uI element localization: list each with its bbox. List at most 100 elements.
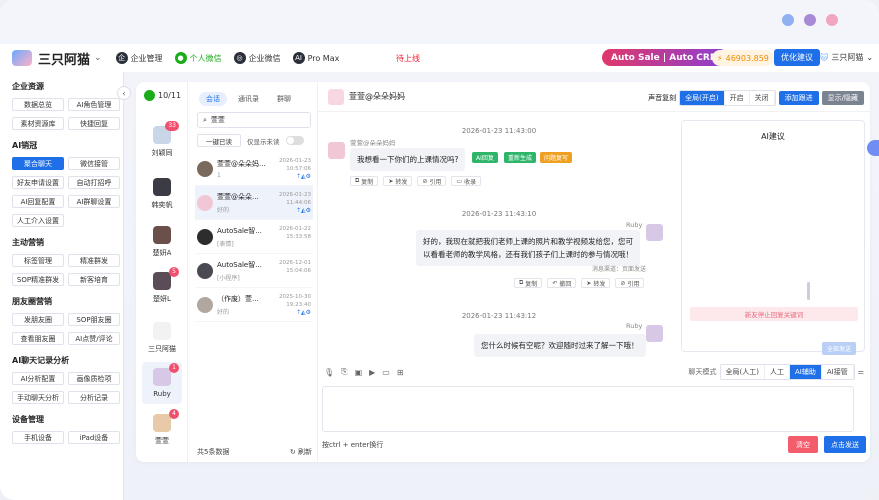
grid-icon[interactable]: ⊞	[397, 368, 404, 377]
conversation-item[interactable]: AutoSale智... [表情] 2026-01-22 15:33:58	[195, 220, 313, 254]
chevron-down-icon[interactable]: ⌄	[94, 53, 102, 63]
quote-button[interactable]: ⊘ 引用	[615, 278, 645, 288]
clear-button[interactable]: 清空	[788, 436, 818, 453]
chat-mode-ai-takeover[interactable]: AI接管	[821, 365, 854, 379]
sidebar-item-manual-analysis[interactable]: 手动聊天分析	[12, 391, 64, 404]
sidebar-item-ai-reply[interactable]: AI回复配置	[12, 195, 64, 208]
nav-personal-wechat[interactable]: ● 个人微信	[174, 52, 222, 64]
avatar	[646, 325, 663, 342]
voice-mode-global[interactable]: 全局(开启)	[680, 91, 725, 105]
chat-mode-global[interactable]: 全局(人工)	[720, 365, 765, 379]
copy-button[interactable]: ⧉ 复制	[514, 278, 543, 288]
sidebar-item-ipad-devices[interactable]: iPad设备	[68, 431, 120, 444]
side-float-button[interactable]	[867, 140, 879, 156]
sidebar-item-auto-greet[interactable]: 自动打招呼	[68, 176, 120, 189]
account-item[interactable]: 5 楚妍L	[142, 267, 182, 308]
nav-pro-max[interactable]: AI Pro Max	[292, 52, 339, 64]
chat-title: 萱萱@朵朵妈妈	[349, 92, 405, 101]
collect-button[interactable]: ▭ 收录	[451, 176, 482, 186]
settings-sliders-icon[interactable]: ⚌	[858, 368, 864, 376]
folder-icon[interactable]: ▭	[382, 368, 390, 377]
sidebar-item-view-moments[interactable]: 查看朋友圈	[12, 332, 64, 345]
message-input[interactable]	[322, 386, 854, 432]
account-item[interactable]: 韩奕帆	[142, 178, 182, 214]
account-item[interactable]: 楚妍A	[142, 226, 182, 262]
refresh-button[interactable]: ↻ 刷新	[290, 447, 312, 457]
sidebar-item-quick-reply[interactable]: 快捷回复	[68, 117, 120, 130]
unread-only-toggle[interactable]	[285, 136, 304, 145]
account-name: 萱萱	[155, 437, 169, 445]
sidebar-item-post-moments[interactable]: 发朋友圈	[12, 313, 64, 326]
crm-banner[interactable]: Auto Sale | Auto CRM	[602, 49, 728, 66]
microphone-icon[interactable]: 🎙︎	[324, 368, 334, 377]
attachment-icon[interactable]: ⎘	[341, 367, 347, 377]
sidebar-item-phone-devices[interactable]: 手机设备	[12, 431, 64, 444]
user-menu[interactable]: 🐱 三只阿猫 ⌄	[820, 52, 873, 63]
sidebar-item-data-overview[interactable]: 数据总览	[12, 98, 64, 111]
action-label: 转发	[395, 178, 408, 186]
show-hide-button[interactable]: 显示/隐藏	[821, 91, 864, 105]
send-button[interactable]: 点击发送	[824, 436, 866, 453]
window-dot-purple[interactable]	[804, 14, 816, 26]
sidebar-item-bulk-send[interactable]: 精准群发	[68, 254, 120, 267]
ai-reply-tag[interactable]: AI回复	[472, 152, 498, 163]
chat-mode-manual[interactable]: 人工	[765, 365, 790, 379]
image-icon[interactable]: ▣	[355, 368, 363, 377]
search-input[interactable]: ⌕ 萱萱	[197, 112, 311, 128]
nav-label: 企业微信	[248, 53, 281, 63]
sidebar-item-ai-group[interactable]: AI群聊设置	[68, 195, 120, 208]
forward-button[interactable]: ➤ 转发	[383, 176, 413, 186]
sidebar-item-ai-like[interactable]: AI点赞/评论	[68, 332, 120, 345]
chat-mode-ai-assist[interactable]: AI辅助	[790, 365, 822, 379]
conversation-meta: 2026-01-22 15:33:58	[279, 225, 311, 241]
sidebar-item-ai-analysis-config[interactable]: AI分析配置	[12, 372, 64, 385]
account-item[interactable]: 33 刘颖同	[142, 121, 182, 162]
voice-mode-off[interactable]: 关闭	[749, 91, 775, 105]
forward-button[interactable]: ➤ 转发	[581, 278, 611, 288]
tab-groups[interactable]: 群聊	[270, 92, 298, 106]
app-logo[interactable]: 三只阿猫 ⌄	[12, 49, 102, 68]
go-live-link[interactable]: 待上线	[396, 53, 420, 64]
window-dot-pink[interactable]	[826, 14, 838, 26]
regenerate-button[interactable]: 重新生成	[504, 152, 537, 163]
sidebar-item-aggregate-chat[interactable]: 聚合聊天	[12, 157, 64, 170]
sidebar-item-analysis-records[interactable]: 分析记录	[68, 391, 120, 404]
account-item[interactable]: 4 萱萱	[142, 409, 182, 450]
nav-enterprise[interactable]: 企 企业管理	[115, 52, 163, 64]
tab-sessions[interactable]: 会话	[199, 92, 227, 106]
account-item[interactable]: 三只阿猫	[142, 322, 182, 358]
conversation-item[interactable]: （作废）萱... 好的 2025-10-30 19:23:40 ⇡◭⚙	[195, 288, 313, 322]
conversation-item-selected[interactable]: 萱萱@朵朵... 好的 2026-01-23 11:44:06 ⇡◭⚙	[195, 186, 313, 220]
video-icon[interactable]: ▶	[369, 368, 375, 377]
collapse-sidebar-icon[interactable]: ‹	[117, 86, 131, 100]
sidebar-item-profile-qc[interactable]: 画像质检项	[68, 372, 120, 385]
conversation-item[interactable]: 萱萱@朵朵妈... 1 2026-01-23 10:57:06 ⇡◭⚙	[195, 152, 313, 186]
sidebar-item-manual-intervene[interactable]: 人工介入设置	[12, 214, 64, 227]
voice-mode-on[interactable]: 开启	[724, 91, 750, 105]
message-bubble[interactable]: 您什么时候有空呢？欢迎随时过来了解一下哦！	[474, 334, 646, 357]
ai-send-all-button[interactable]: 全部发送	[821, 342, 856, 355]
copy-button[interactable]: ⧉ 复制	[350, 176, 379, 186]
avatar	[153, 226, 171, 244]
rewrite-button[interactable]: 问题复写	[540, 152, 573, 163]
read-all-button[interactable]: 一键已读	[197, 134, 241, 147]
sidebar-item-nurture[interactable]: 新客培育	[68, 273, 120, 286]
account-item-selected[interactable]: 1 Ruby	[142, 362, 182, 404]
conversation-item[interactable]: AutoSale智... [小程序] 2026-12-01 15:04:06	[195, 254, 313, 288]
message-bubble[interactable]: 好的，我现在就把我们老师上课的照片和教学视频发给您，您可 以看看老师的教学风格，…	[416, 230, 640, 266]
sidebar-item-sop-moments[interactable]: SOP朋友圈	[68, 313, 120, 326]
sidebar-item-ai-roles[interactable]: AI角色管理	[68, 98, 120, 111]
window-dot-blue[interactable]	[782, 14, 794, 26]
sidebar-item-materials[interactable]: 素材资源库	[12, 117, 64, 130]
recall-button[interactable]: ↶ 撤回	[547, 278, 577, 288]
nav-wecom[interactable]: ◎ 企业微信	[233, 52, 281, 64]
add-follow-up-button[interactable]: 添加跟进	[778, 91, 819, 105]
tab-contacts[interactable]: 通讯录	[231, 92, 266, 106]
sidebar-item-tags[interactable]: 标签管理	[12, 254, 64, 267]
quote-button[interactable]: ⊘ 引用	[417, 176, 447, 186]
message-bubble[interactable]: 我想看一下你们的上课情况吗?	[350, 148, 466, 171]
sidebar-item-sop-bulk[interactable]: SOP精准群发	[12, 273, 64, 286]
sidebar-item-friend-request[interactable]: 好友申请设置	[12, 176, 64, 189]
optimize-button[interactable]: 优化建议	[774, 49, 820, 66]
sidebar-item-wechat-takeover[interactable]: 微信接管	[68, 157, 120, 170]
